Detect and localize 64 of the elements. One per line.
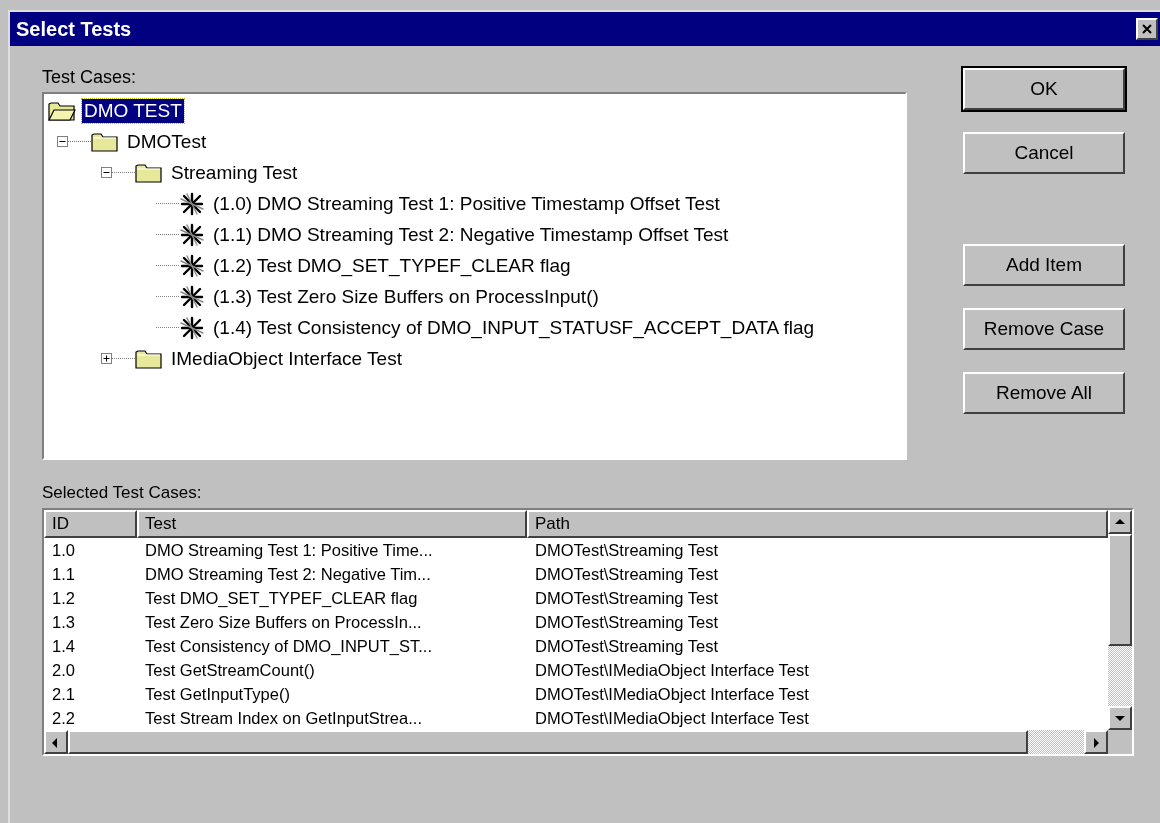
tree-item[interactable]: DMOTest [125,129,209,154]
table-cell-text: DMO Streaming Test 2: Negative Tim... [145,563,431,585]
expand-icon[interactable] [101,353,112,364]
column-header[interactable]: Path [527,510,1108,538]
folder-icon [135,347,163,370]
asterisk-icon [179,315,205,340]
table-cell-text: DMOTest\Streaming Test [535,635,719,657]
dialog-button[interactable]: Remove All [963,372,1125,414]
table-cell-text: DMOTest\IMediaObject Interface Test [535,683,809,705]
table-cell-text: DMOTest\IMediaObject Interface Test [535,659,809,681]
table-cell-text: DMOTest\Streaming Test [535,587,719,609]
tree-item[interactable]: (1.0) DMO Streaming Test 1: Positive Timestamp Offset Test [211,191,722,216]
tree-item[interactable]: (1.4) Test Consistency of DMO_INPUT_STATUSF_ACCEPT_DATA flag [211,315,817,340]
scroll-arrow-button[interactable] [1108,706,1132,730]
tree-item[interactable]: (1.3) Test Zero Size Buffers on ProcessInput() [211,284,601,309]
table-cell-text: 1.4 [52,635,75,657]
dialog-button[interactable]: Remove Case [963,308,1125,350]
table-cell-text: 1.1 [52,563,75,585]
tree-item[interactable]: (1.1) DMO Streaming Test 2: Negative Timestamp Offset Test [211,222,731,247]
table-cell-text: DMOTest\Streaming Test [535,539,719,561]
table-cell-text: DMOTest\Streaming Test [535,563,719,585]
folder-icon [135,161,163,184]
column-header[interactable]: Test [137,510,527,538]
scroll-arrow-button[interactable] [1084,730,1108,754]
table-cell-text: 2.1 [52,683,75,705]
dialog-button[interactable]: Add Item [963,244,1125,286]
asterisk-icon [179,253,205,278]
scroll-thumb[interactable] [1108,534,1132,646]
close-icon [1142,24,1152,34]
table-cell-text: DMOTest\Streaming Test [535,611,719,633]
dialog-button[interactable]: Cancel [963,132,1125,174]
tree-item[interactable]: DMO TEST [82,98,184,123]
folder-icon [91,130,119,153]
collapse-icon[interactable] [101,167,112,178]
table-cell-text: DMOTest\IMediaObject Interface Test [535,707,809,729]
window-title: Select Tests [16,17,132,42]
table-cell-text: 2.0 [52,659,75,681]
table-cell-text: 1.3 [52,611,75,633]
section-label: Test Cases: [42,66,138,89]
section-label: Selected Test Cases: [42,482,203,504]
table-cell-text: 1.2 [52,587,75,609]
table-cell-text: Test Consistency of DMO_INPUT_ST... [145,635,432,657]
close-button[interactable] [1136,18,1158,40]
table-cell-text: Test Stream Index on GetInputStrea... [145,707,422,729]
table-cell-text: Test Zero Size Buffers on ProcessIn... [145,611,422,633]
asterisk-icon [179,191,205,216]
scroll-arrow-button[interactable] [1108,510,1132,534]
table-cell-text: Test GetInputType() [145,683,290,705]
tree-item[interactable]: (1.2) Test DMO_SET_TYPEF_CLEAR flag [211,253,573,278]
table-cell-text: 2.2 [52,707,75,729]
table-cell-text: Test GetStreamCount() [145,659,315,681]
table-cell-text: 1.0 [52,539,75,561]
scrollbar-corner [1108,730,1132,754]
table-cell-text: DMO Streaming Test 1: Positive Time... [145,539,433,561]
column-header[interactable]: ID [44,510,137,538]
tree-item[interactable]: Streaming Test [169,160,300,185]
dialog-button[interactable]: OK [963,68,1125,110]
vertical-scrollbar[interactable] [1108,510,1132,730]
tree-item[interactable]: IMediaObject Interface Test [169,346,404,371]
table-cell-text: Test DMO_SET_TYPEF_CLEAR flag [145,587,418,609]
asterisk-icon [179,222,205,247]
collapse-icon[interactable] [57,136,68,147]
asterisk-icon [179,284,205,309]
scroll-arrow-button[interactable] [44,730,68,754]
